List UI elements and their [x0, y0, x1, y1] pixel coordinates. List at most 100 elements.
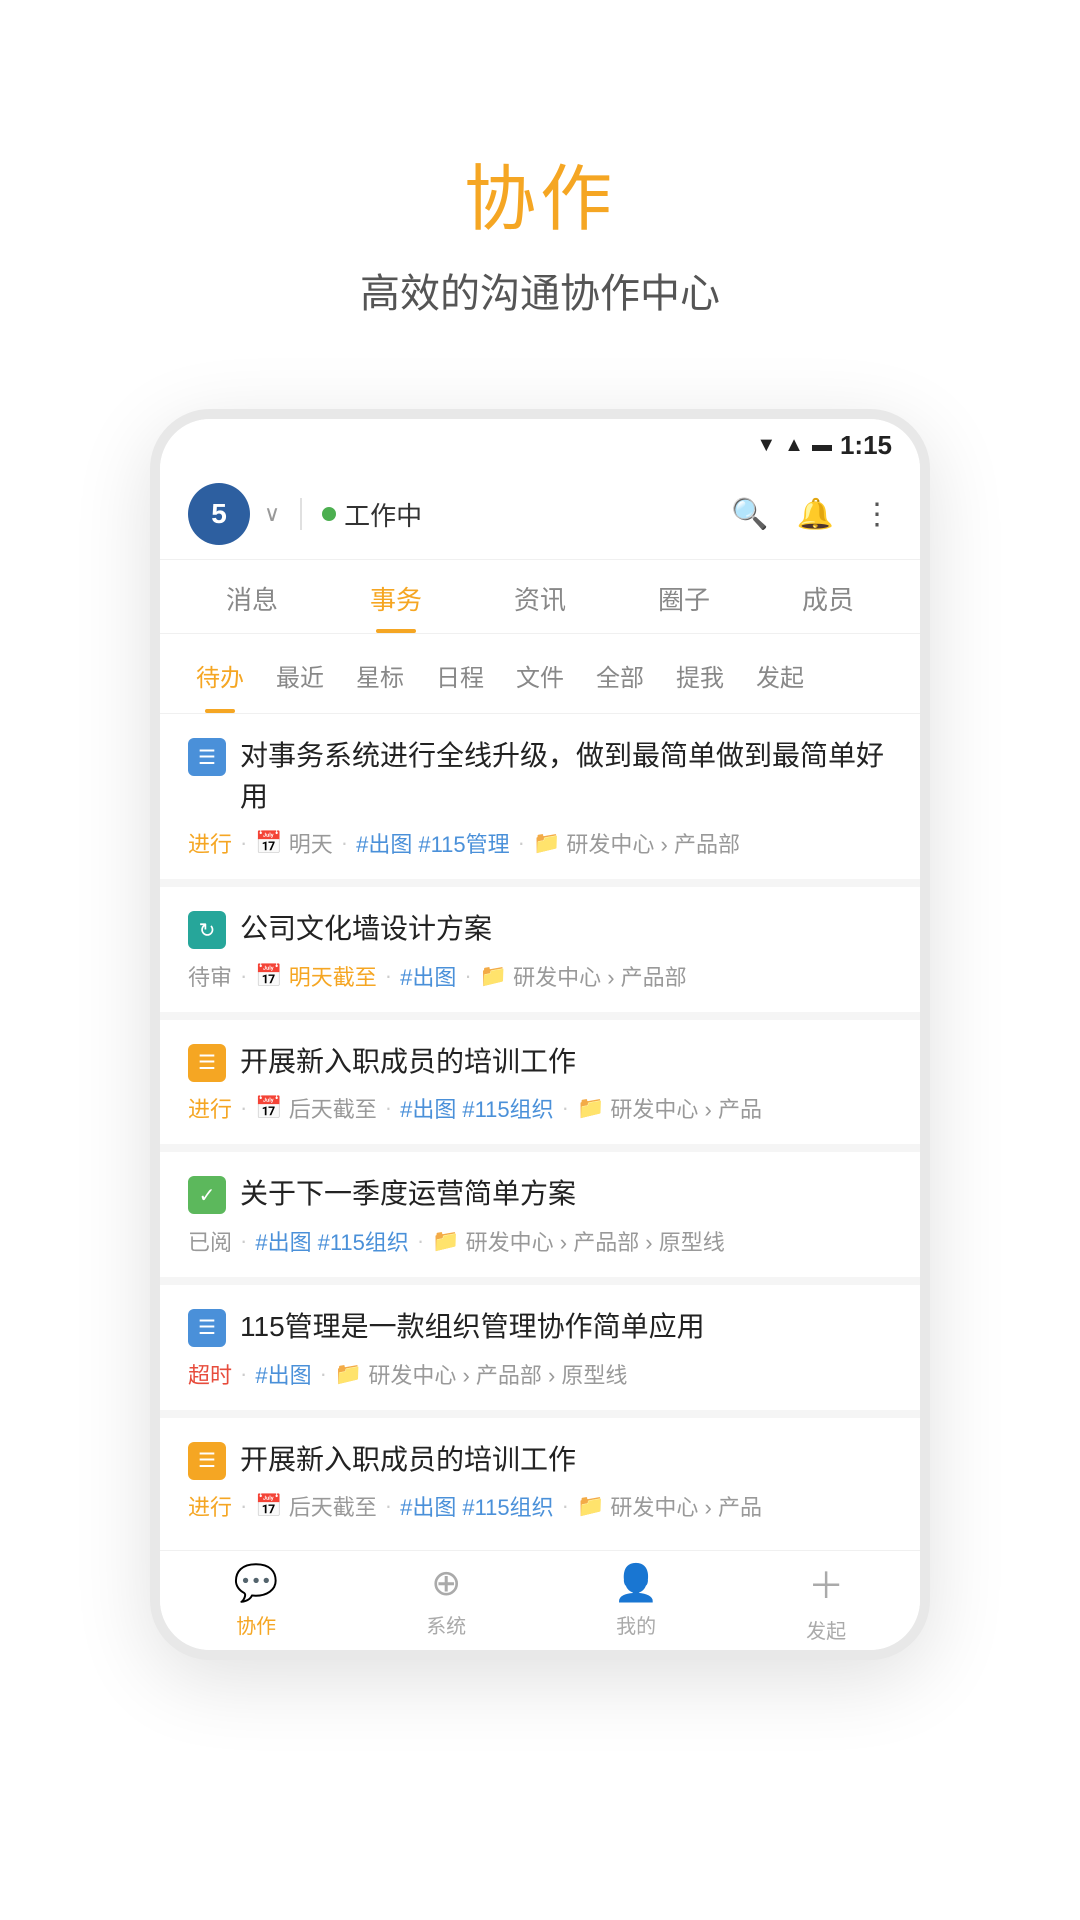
task-header: ☰ 115管理是一款组织管理协作简单应用: [188, 1307, 892, 1348]
task-icon-teal: ↻: [188, 911, 226, 949]
task-tag: #115管理: [418, 827, 509, 859]
folder-icon: 📁: [577, 1493, 604, 1519]
calendar-icon-small: 📅: [255, 1493, 282, 1519]
folder-icon: 📁: [335, 1361, 362, 1387]
online-status-dot: [322, 507, 336, 521]
collaboration-icon: 💬: [234, 1562, 279, 1604]
folder-icon: 📁: [432, 1228, 459, 1254]
battery-icon: ▬: [812, 434, 832, 457]
task-header: ☰ 开展新入职成员的培训工作: [188, 1440, 892, 1481]
nav-item-mine[interactable]: 👤 我的: [614, 1562, 659, 1639]
calendar-icon-small: 📅: [255, 830, 282, 856]
table-row[interactable]: ☰ 开展新入职成员的培训工作 进行 · 📅 后天截至 · #出图 #115组织 …: [160, 1020, 920, 1145]
task-status: 进行: [188, 1490, 232, 1522]
phone-wrapper: ▼ ▲ ▬ 1:15 5 ∨ 工作中 🔍 🔔 ⋮ 消息 事务: [150, 409, 930, 1660]
bottom-nav: 💬 协作 ⊕ 系统 👤 我的 ＋ 发起: [160, 1550, 920, 1650]
task-icon-blue: ☰: [188, 738, 226, 776]
signal-icon: ▲: [784, 434, 804, 457]
table-row[interactable]: ↻ 公司文化墙设计方案 待审 · 📅 明天截至 · #出图 · 📁 研发中心 ›…: [160, 887, 920, 1012]
sub-tabs: 待办 最近 星标 日程 文件 全部 提我 发起: [160, 634, 920, 714]
table-row[interactable]: ☰ 对事务系统进行全线升级，做到最简单做到最简单好用 进行 · 📅 明天 · #…: [160, 714, 920, 879]
wifi-icon: ▼: [756, 434, 776, 457]
phone-frame: ▼ ▲ ▬ 1:15 5 ∨ 工作中 🔍 🔔 ⋮ 消息 事务: [150, 409, 930, 1660]
nav-tabs: 消息 事务 资讯 圈子 成员: [160, 560, 920, 634]
task-title: 对事务系统进行全线升级，做到最简单做到最简单好用: [240, 736, 892, 817]
tab-tasks[interactable]: 事务: [324, 560, 468, 633]
task-title: 公司文化墙设计方案: [240, 909, 492, 950]
task-tag: #出图: [400, 960, 456, 992]
task-icon-green: ✓: [188, 1176, 226, 1214]
hero-title: 协作: [0, 140, 1080, 245]
subtab-recent[interactable]: 最近: [260, 650, 340, 701]
task-header: ☰ 对事务系统进行全线升级，做到最简单做到最简单好用: [188, 736, 892, 817]
task-status: 已阅: [188, 1225, 232, 1257]
task-deadline: 明天截至: [289, 960, 377, 992]
notification-icon[interactable]: 🔔: [797, 497, 834, 532]
initiate-icon: ＋: [808, 1557, 844, 1609]
task-path: 研发中心 › 产品部: [566, 827, 740, 859]
subtab-all[interactable]: 全部: [580, 650, 660, 701]
task-title: 115管理是一款组织管理协作简单应用: [240, 1307, 705, 1348]
task-tag: #出图: [255, 1225, 311, 1257]
subtab-files[interactable]: 文件: [500, 650, 580, 701]
tab-news[interactable]: 资讯: [468, 560, 612, 633]
task-path: 研发中心 › 产品: [610, 1490, 762, 1522]
task-path: 研发中心 › 产品: [610, 1092, 762, 1124]
mine-icon: 👤: [614, 1562, 659, 1604]
table-row[interactable]: ☰ 115管理是一款组织管理协作简单应用 超时 · #出图 · 📁 研发中心 ›…: [160, 1285, 920, 1410]
status-indicator: 工作中: [322, 496, 422, 533]
calendar-icon-small: 📅: [255, 1095, 282, 1121]
task-list: ☰ 对事务系统进行全线升级，做到最简单做到最简单好用 进行 · 📅 明天 · #…: [160, 714, 920, 1542]
folder-icon: 📁: [533, 830, 560, 856]
subtab-starred[interactable]: 星标: [340, 650, 420, 701]
search-icon[interactable]: 🔍: [731, 497, 768, 532]
nav-label-initiate: 发起: [806, 1615, 846, 1644]
subtab-pending[interactable]: 待办: [180, 650, 260, 701]
task-title: 关于下一季度运营简单方案: [240, 1174, 576, 1215]
task-meta: 进行 · 📅 明天 · #出图 #115管理 · 📁 研发中心 › 产品部: [188, 827, 892, 859]
tab-message[interactable]: 消息: [180, 560, 324, 633]
task-tag: #出图: [255, 1358, 311, 1390]
subtab-schedule[interactable]: 日程: [420, 650, 500, 701]
chevron-down-icon[interactable]: ∨: [264, 501, 280, 527]
task-deadline: 明天: [289, 827, 333, 859]
nav-item-initiate[interactable]: ＋ 发起: [806, 1557, 846, 1644]
task-deadline: 后天截至: [289, 1490, 377, 1522]
work-status-label: 工作中: [344, 496, 422, 533]
task-meta: 进行 · 📅 后天截至 · #出图 #115组织 · 📁 研发中心 › 产品: [188, 1490, 892, 1522]
table-row[interactable]: ☰ 开展新入职成员的培训工作 进行 · 📅 后天截至 · #出图 #115组织 …: [160, 1418, 920, 1543]
task-deadline: 后天截至: [289, 1092, 377, 1124]
task-meta: 超时 · #出图 · 📁 研发中心 › 产品部 › 原型线: [188, 1358, 892, 1390]
task-tag: #115组织: [462, 1490, 553, 1522]
status-bar: ▼ ▲ ▬ 1:15: [160, 419, 920, 471]
hero-section: 协作 高效的沟通协作中心: [0, 0, 1080, 379]
task-tag: #115组织: [462, 1092, 553, 1124]
nav-label-mine: 我的: [616, 1610, 656, 1639]
folder-icon: 📁: [577, 1095, 604, 1121]
calendar-icon-small: 📅: [255, 963, 282, 989]
subtab-mention[interactable]: 提我: [660, 650, 740, 701]
table-row[interactable]: ✓ 关于下一季度运营简单方案 已阅 · #出图 #115组织 · 📁 研发中心 …: [160, 1152, 920, 1277]
system-icon: ⊕: [431, 1562, 461, 1604]
nav-label-system: 系统: [426, 1610, 466, 1639]
tab-members[interactable]: 成员: [756, 560, 900, 633]
status-icons: ▼ ▲ ▬ 1:15: [756, 430, 892, 461]
task-status: 进行: [188, 827, 232, 859]
task-status: 进行: [188, 1092, 232, 1124]
folder-icon: 📁: [480, 963, 507, 989]
status-time: 1:15: [840, 430, 892, 461]
more-icon[interactable]: ⋮: [862, 497, 892, 532]
task-tag: #115组织: [318, 1225, 409, 1257]
task-meta: 进行 · 📅 后天截至 · #出图 #115组织 · 📁 研发中心 › 产品: [188, 1092, 892, 1124]
tab-circle[interactable]: 圈子: [612, 560, 756, 633]
nav-item-system[interactable]: ⊕ 系统: [426, 1562, 466, 1639]
subtab-initiate[interactable]: 发起: [740, 650, 820, 701]
nav-item-collaboration[interactable]: 💬 协作: [234, 1562, 279, 1639]
task-meta: 待审 · 📅 明天截至 · #出图 · 📁 研发中心 › 产品部: [188, 960, 892, 992]
avatar-badge[interactable]: 5: [188, 483, 250, 545]
task-path: 研发中心 › 产品部 › 原型线: [466, 1225, 725, 1257]
task-tag: #出图: [400, 1490, 456, 1522]
task-tag: #出图: [356, 827, 412, 859]
task-header: ✓ 关于下一季度运营简单方案: [188, 1174, 892, 1215]
task-status: 超时: [188, 1358, 232, 1390]
